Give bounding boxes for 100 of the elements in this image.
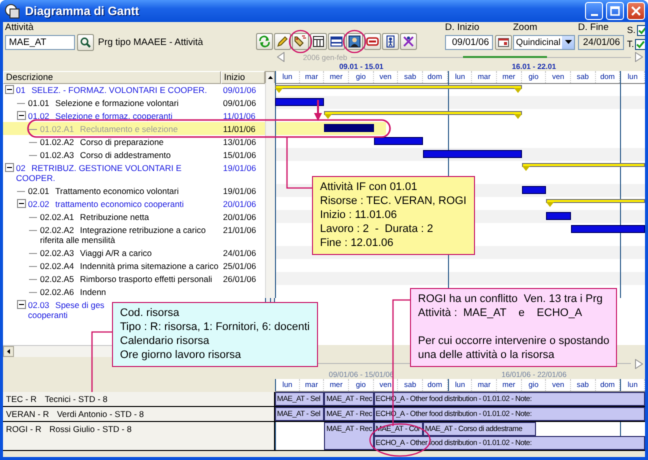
activity-field[interactable]: MAE_AT [5, 34, 75, 50]
field-label: Attività [5, 22, 34, 33]
resource-code: TEC - R [6, 394, 37, 404]
triangle-right-icon[interactable] [635, 52, 643, 62]
highlight-circle [288, 30, 312, 54]
note-text: Attività IF con 01.01 [320, 180, 418, 194]
window-title: Diagramma di Gantt [25, 4, 140, 18]
task-label: 01.02.A1 Reclutamento e selezione [40, 124, 178, 134]
start-date: 15/01/06 [223, 150, 256, 160]
cross-icon [402, 35, 415, 48]
window-icon [330, 35, 343, 48]
search-icon [80, 36, 91, 48]
task-label: 01.01 Selezione e formazione volontari [28, 98, 179, 108]
close-button[interactable] [627, 2, 645, 20]
task-label: 02.03 Spese di ges cooperanti [28, 300, 104, 320]
task-label: 02.02.A2 Integrazione retribuzione a carico riferita alle mensilità [40, 224, 207, 244]
note-text: Risorse : TEC. VERAN, ROGI [320, 194, 466, 208]
task-bar [546, 212, 571, 220]
resource-name: Tecnici - STD - 8 [44, 394, 108, 404]
resource-code: VERAN - R [6, 409, 49, 419]
pencil-icon [276, 35, 289, 48]
collapse-icon[interactable] [5, 163, 14, 172]
pointer-arrow [314, 100, 322, 121]
note-text: Inizio : 11.01.06 [320, 208, 398, 222]
collapse-icon[interactable] [5, 85, 14, 94]
task-label: 02.01 Trattamento economico volontari [28, 186, 179, 196]
start-date: 21/01/06 [223, 224, 256, 234]
start-date: 19/01/06 [223, 162, 256, 172]
task-label: 02.02.A6 Indenn [40, 286, 106, 296]
project-name: Prg tipo MAAEE - Attività [98, 36, 204, 48]
collapse-icon[interactable] [17, 199, 26, 208]
toolbar-button[interactable] [328, 33, 345, 50]
start-date: 11/01/06 [223, 110, 256, 120]
task-label: 01 SELEZ. - FORMAZ. VOLONTARI E COOPER. [16, 84, 208, 94]
tag-icon [294, 35, 307, 48]
field-label: D. Fine [578, 22, 609, 33]
column-header[interactable]: Inizio [221, 71, 265, 84]
note-text: Cod. risorsa [120, 306, 180, 320]
calendar-icon [498, 38, 509, 46]
date-field[interactable]: 09/01/06 [445, 34, 493, 50]
task-bar [275, 98, 324, 106]
zoom-dropdown[interactable]: Quindicinal [513, 34, 575, 50]
start-date: 20/01/06 [223, 212, 256, 222]
toolbar-button[interactable] [346, 33, 363, 50]
task-label: 01.02.A3 Corso di addestramento [40, 150, 171, 160]
triangle-right-icon[interactable] [635, 358, 643, 368]
resource-code: ROGI - R [6, 424, 42, 434]
task-label: 02.02.A5 Rimborso trasporto effetti personali [40, 274, 212, 284]
highlight-circle [342, 30, 366, 54]
scroll-left-button[interactable] [3, 346, 14, 357]
toolbar-button[interactable] [292, 33, 309, 50]
checkbox-label: T. [627, 39, 634, 49]
search-button[interactable] [77, 34, 94, 50]
task-label: 02 RETRIBUZ. GESTIONE VOLONTARI E COOPER. [16, 162, 182, 182]
start-date: 13/01/06 [223, 136, 256, 146]
collapse-icon[interactable] [17, 111, 26, 120]
task-bar [374, 137, 423, 145]
scroll-up-button[interactable] [265, 71, 275, 84]
task-label: 02.02.A1 Retribuzione netta [40, 212, 150, 222]
bar-icon [366, 35, 379, 48]
task-label: 01.02.A2 Corso di preparazione [40, 136, 164, 146]
toolbar-button[interactable] [310, 33, 327, 50]
start-date: 09/01/06 [223, 98, 256, 108]
collapse-icon[interactable] [17, 300, 26, 309]
app-icon [4, 3, 20, 19]
toolbar-button[interactable] [382, 33, 399, 50]
column-header[interactable]: Descrizione [3, 71, 221, 84]
note-text: Fine : 12.01.06 [320, 236, 394, 250]
triangle-left-icon[interactable] [277, 52, 285, 62]
note-text: Attività : MAE_AT e ECHO_A [418, 306, 584, 320]
portrait-icon [348, 35, 361, 48]
resource-name: Rossi Giulio - STD - 8 [49, 424, 132, 434]
maximize-button[interactable] [606, 2, 624, 20]
note-text: Calendario risorsa [120, 334, 210, 348]
task-label: 02.02.A4 Indennità prima sitemazione a carico [40, 260, 218, 270]
checkbox[interactable] [635, 38, 645, 50]
start-date: 24/01/06 [223, 248, 256, 258]
toolbar-button[interactable] [364, 33, 381, 50]
start-date: 20/01/06 [223, 198, 256, 208]
date-field[interactable]: 24/01/06 [578, 34, 624, 50]
task-bar [522, 186, 546, 194]
start-date: 11/01/06 [223, 124, 256, 134]
figure-icon [384, 35, 397, 48]
toolbar-button[interactable] [400, 33, 417, 50]
note-text: Lavoro : 2 - Durata : 2 [320, 222, 434, 236]
minimize-button[interactable] [585, 2, 603, 20]
close-icon [631, 6, 641, 16]
start-date: 19/01/06 [223, 186, 256, 196]
checkbox-label: S. [627, 25, 636, 35]
calendar-button[interactable] [495, 34, 512, 50]
note-text: Ore giorno lavoro risorsa [120, 348, 242, 362]
start-date: 09/01/06 [223, 84, 256, 94]
caret-icon [564, 40, 572, 44]
start-date: 25/01/06 [223, 260, 256, 270]
checkbox[interactable] [636, 24, 645, 36]
grid-icon [312, 35, 325, 48]
maximize-icon [610, 6, 620, 16]
toolbar-button[interactable] [274, 33, 291, 50]
field-label: Zoom [513, 22, 538, 33]
minimize-icon [590, 14, 598, 16]
